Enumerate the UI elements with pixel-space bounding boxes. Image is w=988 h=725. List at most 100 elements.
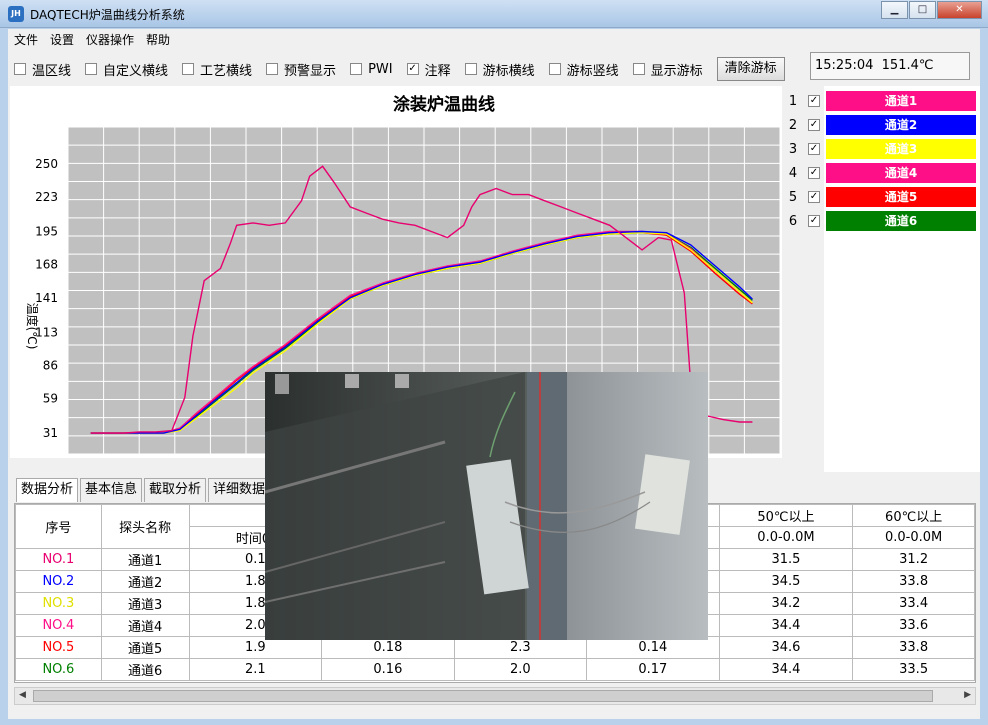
legend-channel-chip[interactable]: 通道1 [826,91,976,111]
cell-c1: 2.1 [188,658,323,681]
legend-checkbox-icon[interactable]: ✓ [808,215,820,227]
checkbox-icon[interactable] [548,63,561,75]
title-bar[interactable]: JH DAQTECH炉温曲线分析系统 ▁ □ ✕ [0,0,988,28]
col-header-60c: 60℃以上 [852,504,975,527]
tab-detail-data[interactable]: 详细数据 [208,478,271,502]
window-title: DAQTECH炉温曲线分析系统 [30,8,185,22]
checkbox-icon[interactable] [632,63,645,75]
cell-name: 通道5 [100,636,190,659]
option-label: PWI [368,61,393,77]
legend-channel-chip[interactable]: 通道2 [826,115,976,135]
tab-data-analysis[interactable]: 数据分析 [16,478,79,502]
cell-c5: 34.6 [718,636,854,659]
cell-no: NO.4 [15,614,102,637]
table-row[interactable]: NO.6 通道6 2.1 0.16 2.0 0.17 34.4 33.5 [15,658,975,681]
checkbox-checked-icon[interactable]: ✓ [406,63,419,75]
scrollbar-thumb[interactable] [33,690,933,702]
option-custom-line[interactable]: 自定义横线 [85,60,168,79]
option-process-line[interactable]: 工艺横线 [182,60,252,79]
legend-row[interactable]: 2 ✓ [786,115,826,135]
option-label: 自定义横线 [103,63,169,79]
legend-channel-chip[interactable]: 通道4 [826,163,976,183]
option-pwi[interactable]: PWI [350,62,393,77]
cell-name: 通道6 [100,658,190,681]
readout-temp: 151.4℃ [881,58,934,73]
y-tick-label: 168 [35,258,58,272]
clear-cursor-button[interactable]: 清除游标 [716,57,785,81]
scroll-right-icon[interactable]: ▶ [964,690,971,700]
scroll-left-icon[interactable]: ◀ [19,690,26,700]
checkbox-icon[interactable] [85,63,98,75]
legend-channel-chip[interactable]: 通道3 [826,139,976,159]
photo-illustration [265,372,708,640]
tab-basic-info[interactable]: 基本信息 [80,478,143,502]
menu-settings[interactable]: 设置 [50,31,74,48]
window-controls: ▁ □ ✕ [880,1,982,19]
legend-number: 1 [788,93,798,109]
horizontal-scrollbar[interactable]: ◀ ▶ [14,687,976,705]
cell-name: 通道1 [100,548,190,571]
legend-checkbox-icon[interactable]: ✓ [808,191,820,203]
option-warning[interactable]: 预警显示 [266,60,336,79]
option-label: 游标横线 [482,63,535,79]
legend-row[interactable]: 1 ✓ [786,91,826,111]
cell-c6: 33.8 [852,570,975,593]
col-subheader-50c: 0.0-0.0M [718,526,854,549]
legend-row[interactable]: 3 ✓ [786,139,826,159]
option-show-cursor[interactable]: 显示游标 [632,60,703,79]
readout-time: 15:25:04 [815,58,874,73]
cell-c5: 34.5 [718,570,854,593]
y-tick-label: 31 [43,426,58,440]
option-label: 注释 [424,63,451,79]
cell-name: 通道4 [100,614,190,637]
app-logo-icon: JH [8,6,24,22]
option-cursor-hline[interactable]: 游标横线 [464,60,535,79]
cell-c4: 0.17 [586,658,720,681]
option-cursor-vline[interactable]: 游标竖线 [548,60,619,79]
cell-c3: 2.0 [453,658,588,681]
legend-row[interactable]: 4 ✓ [786,163,826,183]
checkbox-icon[interactable] [350,63,363,75]
cell-no: NO.2 [15,570,102,593]
legend-number: 6 [788,213,798,229]
menu-help[interactable]: 帮助 [146,31,170,48]
menu-file[interactable]: 文件 [14,31,38,48]
menu-instrument[interactable]: 仪器操作 [86,31,134,48]
legend-number: 2 [788,117,798,133]
checkbox-icon[interactable] [182,63,195,75]
y-tick-label: 86 [43,358,58,372]
col-header-50c: 50℃以上 [718,504,854,527]
option-zone-line[interactable]: 温区线 [14,60,71,79]
checkbox-icon[interactable] [266,63,279,75]
cell-c6: 33.4 [852,592,975,615]
legend-number: 5 [788,189,798,205]
legend-checkbox-icon[interactable]: ✓ [808,167,820,179]
option-label: 游标竖线 [566,63,619,79]
checkbox-icon[interactable] [464,63,477,75]
close-icon[interactable]: ✕ [937,1,982,19]
checkbox-icon[interactable] [14,63,26,75]
cell-c6: 33.6 [852,614,975,637]
legend-number: 4 [788,165,798,181]
legend-checkbox-icon[interactable]: ✓ [808,95,820,107]
menu-bar: 文件 设置 仪器操作 帮助 [8,29,980,49]
option-label: 显示游标 [650,63,703,79]
oven-probe-photo [265,372,708,640]
legend-channel-chip[interactable]: 通道5 [826,187,976,207]
y-tick-label: 195 [35,224,58,238]
tab-capture-analysis[interactable]: 截取分析 [144,478,207,502]
maximize-icon[interactable]: □ [909,1,936,19]
option-annotation[interactable]: ✓ 注释 [406,60,451,79]
legend-row[interactable]: 5 ✓ [786,187,826,207]
legend-checkbox-icon[interactable]: ✓ [808,119,820,131]
legend-channel-chip[interactable]: 通道6 [826,211,976,231]
legend-row[interactable]: 6 ✓ [786,211,826,231]
cell-no: NO.6 [15,658,102,681]
option-label: 预警显示 [284,63,337,79]
minimize-icon[interactable]: ▁ [881,1,908,19]
cell-c5: 34.4 [718,614,854,637]
chart-title: 涂装炉温曲线 [393,94,495,115]
legend-checkbox-icon[interactable]: ✓ [808,143,820,155]
cell-no: NO.5 [15,636,102,659]
y-tick-label: 59 [43,392,58,406]
